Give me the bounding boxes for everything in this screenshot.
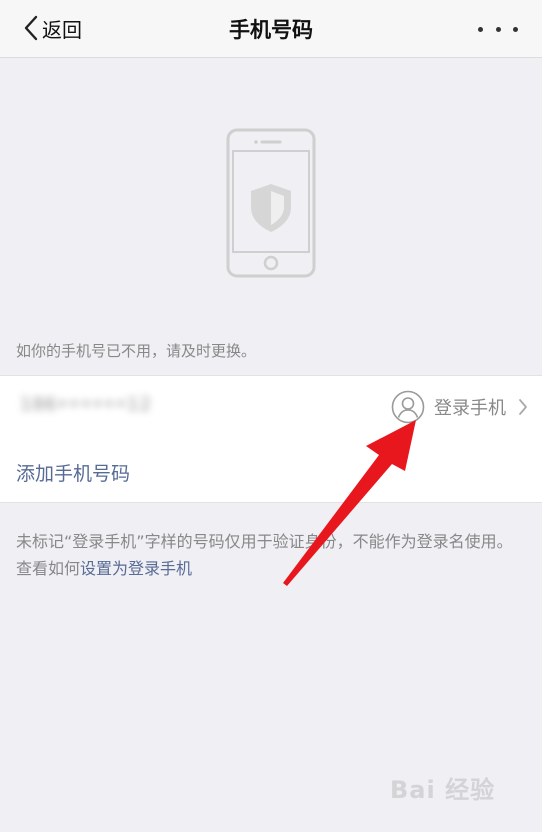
- phone-number-row[interactable]: 186••••••12 登录手机: [0, 375, 542, 440]
- hint-text: 如你的手机号已不用，请及时更换。: [16, 342, 257, 360]
- navigation-bar: 返回 手机号码: [0, 0, 542, 58]
- add-phone-label: 添加手机号码: [16, 463, 131, 485]
- info-note: 未标记“登录手机”字样的号码仅用于验证身份，不能作为登录名使用。查看如何设置为登…: [16, 528, 528, 582]
- phone-shield-illustration: [226, 128, 316, 278]
- add-phone-row[interactable]: 添加手机号码: [0, 439, 542, 503]
- ellipsis-icon: [478, 26, 483, 32]
- login-phone-tag: 登录手机: [391, 390, 528, 424]
- login-phone-label: 登录手机: [434, 398, 506, 419]
- watermark: Bai 经验: [390, 776, 496, 804]
- page-title: 手机号码: [229, 18, 313, 42]
- more-options-button[interactable]: [478, 19, 518, 39]
- phone-number: 186••••••12: [20, 394, 152, 415]
- set-login-phone-link[interactable]: 设置为登录手机: [80, 559, 192, 578]
- chevron-right-icon: [519, 399, 527, 415]
- user-icon: [391, 390, 425, 424]
